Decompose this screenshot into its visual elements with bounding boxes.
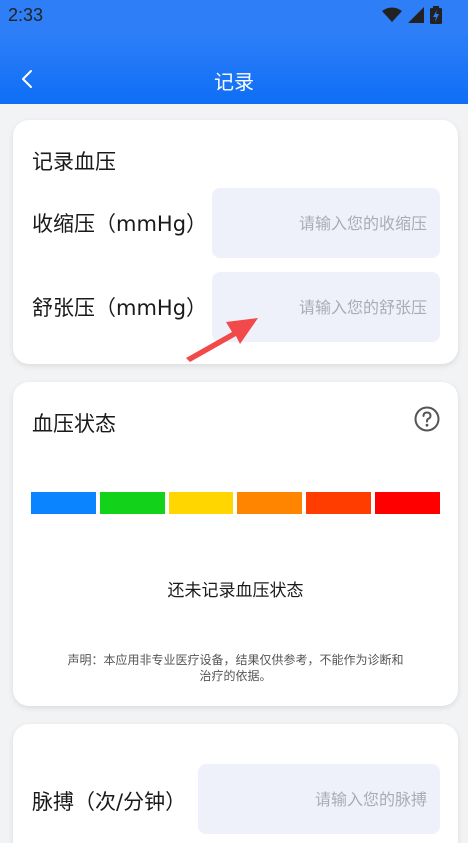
status-card-title: 血压状态 — [32, 412, 116, 436]
help-icon[interactable] — [414, 406, 440, 432]
status-level-5 — [306, 492, 372, 514]
status-level-1 — [31, 492, 96, 514]
page-title: 记录 — [214, 70, 254, 94]
battery-icon — [430, 6, 442, 24]
disclaimer-text: 声明：本应用非专业医疗设备，结果仅供参考，不能作为诊断和治疗的依据。 — [67, 653, 404, 683]
status-empty-text: 还未记录血压状态 — [167, 581, 304, 601]
content-scroll[interactable]: 记录血压 收缩压（mmHg） 舒张压（mmHg） 血压状态 还未记录血压状态 声… — [0, 104, 468, 843]
record-blood-pressure-card: 记录血压 收缩压（mmHg） 舒张压（mmHg） — [13, 120, 458, 364]
diastolic-label: 舒张压（mmHg） — [32, 296, 208, 320]
status-color-scale — [31, 492, 440, 514]
diastolic-input[interactable] — [212, 272, 440, 342]
status-level-3 — [168, 492, 234, 514]
pulse-card: 脉搏（次/分钟） — [13, 724, 458, 843]
signal-icon — [408, 7, 424, 23]
status-level-6 — [375, 492, 440, 514]
pulse-label: 脉搏（次/分钟） — [32, 790, 187, 814]
systolic-input[interactable] — [212, 188, 440, 258]
status-level-4 — [237, 492, 303, 514]
status-bar: 2:33 — [0, 0, 468, 32]
systolic-label: 收缩压（mmHg） — [32, 212, 208, 236]
pulse-input[interactable] — [198, 764, 440, 834]
status-icons — [382, 6, 442, 24]
wifi-icon — [382, 7, 402, 22]
blood-pressure-status-card: 血压状态 还未记录血压状态 声明：本应用非专业医疗设备，结果仅供参考，不能作为诊… — [13, 382, 458, 706]
status-level-2 — [99, 492, 165, 514]
app-header: 记录 — [0, 32, 468, 104]
status-time: 2:33 — [8, 5, 44, 25]
record-card-title: 记录血压 — [32, 150, 116, 174]
